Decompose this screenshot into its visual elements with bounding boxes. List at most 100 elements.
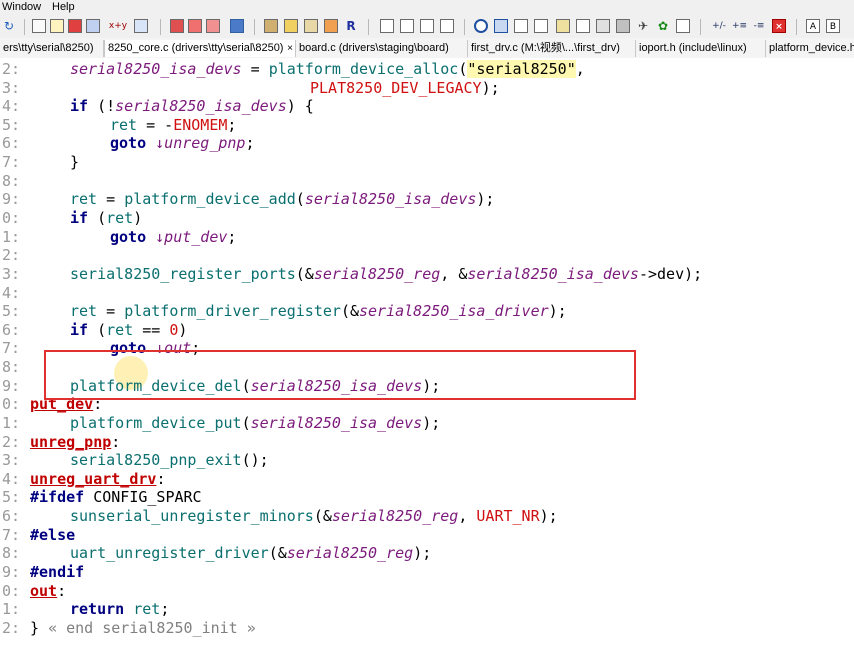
code-line: PLAT8250_DEV_LEGACY); xyxy=(310,79,500,97)
tab-platform-device[interactable]: platform_device.h xyxy=(766,40,854,57)
edit-file-icon[interactable] xyxy=(50,19,64,33)
code-token: serial8250_isa_devs xyxy=(70,60,242,78)
code-token: : xyxy=(111,433,121,451)
code-line: out: xyxy=(30,582,66,600)
remove-line-icon[interactable]: -≡ xyxy=(752,19,766,33)
code-token: ); xyxy=(481,79,500,97)
code-token: uart_unregister_driver xyxy=(70,544,269,562)
code-token: sunserial_unregister_minors xyxy=(70,507,314,525)
menu-window[interactable]: Window xyxy=(2,1,41,13)
leaf-icon[interactable]: ✿ xyxy=(656,19,670,33)
line-number: 0: xyxy=(1,582,20,600)
line-number: 2: xyxy=(1,60,20,78)
upload-icon[interactable] xyxy=(230,19,244,33)
tab-serial-partial[interactable]: ers\tty\serial\8250) xyxy=(0,40,104,57)
code-token: if xyxy=(70,97,89,115)
bookmark-icon[interactable] xyxy=(170,19,184,33)
project-icon[interactable] xyxy=(264,19,278,33)
highlight-box xyxy=(44,350,636,400)
code-token: ); xyxy=(539,507,558,525)
swap-icon[interactable]: x+y xyxy=(108,19,128,33)
code-token: (& xyxy=(340,302,359,320)
tab-ioport[interactable]: ioport.h (include\linux) xyxy=(636,40,766,57)
bookmark-next-icon[interactable] xyxy=(188,19,202,33)
redo-icon[interactable]: ↻ xyxy=(2,19,16,33)
split-vertical-icon[interactable] xyxy=(420,19,434,33)
code-token: ret xyxy=(106,321,134,339)
line-number: 6: xyxy=(1,321,20,339)
code-line: uart_unregister_driver(&serial8250_reg); xyxy=(70,544,431,562)
line-number: 5: xyxy=(1,302,20,320)
symbol-icon[interactable] xyxy=(284,19,298,33)
line-number: 2: xyxy=(1,433,20,451)
select-icon[interactable] xyxy=(494,19,508,33)
line-number: 4: xyxy=(1,470,20,488)
line-number: 3: xyxy=(1,79,20,97)
browse-icon[interactable] xyxy=(596,19,610,33)
code-token: return xyxy=(70,600,125,618)
bird-icon[interactable]: ✈ xyxy=(636,19,650,33)
close-window-icon[interactable]: × xyxy=(772,19,786,33)
tile-icon[interactable] xyxy=(440,19,454,33)
context-icon[interactable] xyxy=(556,19,570,33)
code-token: (); xyxy=(241,451,269,469)
save-all-icon[interactable] xyxy=(86,19,100,33)
line-number: 9: xyxy=(1,563,20,581)
code-line: serial8250_isa_devs = platform_device_al… xyxy=(70,60,585,78)
bookmark-prev-icon[interactable] xyxy=(206,19,220,33)
font-a-icon[interactable]: A xyxy=(806,19,820,33)
code-line: if (ret == 0) xyxy=(70,321,187,339)
line-number: 3: xyxy=(1,265,20,283)
code-token: ) xyxy=(178,321,188,339)
add-line-icon[interactable]: +≡ xyxy=(732,19,747,33)
code-token: ( xyxy=(241,414,251,432)
code-line: platform_device_put(serial8250_isa_devs)… xyxy=(70,414,440,432)
line-number: 6: xyxy=(1,507,20,525)
code-line: } xyxy=(70,153,79,171)
close-tab-icon[interactable]: × xyxy=(287,40,293,57)
code-line: serial8250_pnp_exit(); xyxy=(70,451,269,469)
line-number: 9: xyxy=(1,190,20,208)
line-number: 1: xyxy=(1,600,20,618)
code-token: #ifdef xyxy=(30,488,85,506)
line-number: 7: xyxy=(1,526,20,544)
tab-8250-core[interactable]: 8250_core.c (drivers\tty\serial\8250) × xyxy=(104,40,296,57)
code-token: serial8250_isa_driver xyxy=(359,302,549,320)
code-line: unreg_pnp: xyxy=(30,433,120,451)
tab-first-drv[interactable]: first_drv.c (M:\视频\...\first_drv) xyxy=(468,40,636,57)
code-line: #else xyxy=(30,526,75,544)
line-number: 0: xyxy=(1,209,20,227)
code-token: "serial8250" xyxy=(467,60,576,78)
code-token: platform_device_put xyxy=(70,414,242,432)
references-icon[interactable] xyxy=(324,19,338,33)
code-editor[interactable]: 2: 3: 4: 5: 6: 7: 8: 9: 0: 1: 2: 3: 4: 5… xyxy=(0,58,854,656)
code-line: goto ↓unreg_pnp; xyxy=(110,134,255,152)
save-icon[interactable] xyxy=(68,19,82,33)
new-file-icon[interactable] xyxy=(32,19,46,33)
code-token: platform_driver_register xyxy=(124,302,341,320)
menu-help[interactable]: Help xyxy=(52,1,75,13)
layout-icon[interactable] xyxy=(380,19,394,33)
tab-board[interactable]: board.c (drivers\staging\board) xyxy=(296,40,468,57)
grid-icon[interactable] xyxy=(676,19,690,33)
folder-icon[interactable] xyxy=(616,19,630,33)
line-number: 4: xyxy=(1,97,20,115)
book-icon[interactable] xyxy=(304,19,318,33)
activate-icon[interactable] xyxy=(474,19,488,33)
line-number: 0: xyxy=(1,395,20,413)
code-token: ( xyxy=(88,321,107,339)
window-icon[interactable] xyxy=(134,19,148,33)
code-token: serial8250_reg xyxy=(331,507,459,525)
font-b-icon[interactable]: B xyxy=(826,19,840,33)
split-horizontal-icon[interactable] xyxy=(400,19,414,33)
tab-label: first_drv.c (M:\视频\...\first_drv) xyxy=(471,42,620,54)
relation-icon[interactable]: R xyxy=(344,19,358,33)
code-line: serial8250_register_ports(&serial8250_re… xyxy=(70,265,702,283)
code-token: if xyxy=(70,321,89,339)
symbol-window-icon[interactable] xyxy=(534,19,548,33)
code-token: goto xyxy=(110,134,147,152)
preview-icon[interactable] xyxy=(576,19,590,33)
outline-icon[interactable] xyxy=(514,19,528,33)
toolbar-separator xyxy=(160,19,161,35)
sort-icon[interactable]: +/- xyxy=(710,19,728,33)
